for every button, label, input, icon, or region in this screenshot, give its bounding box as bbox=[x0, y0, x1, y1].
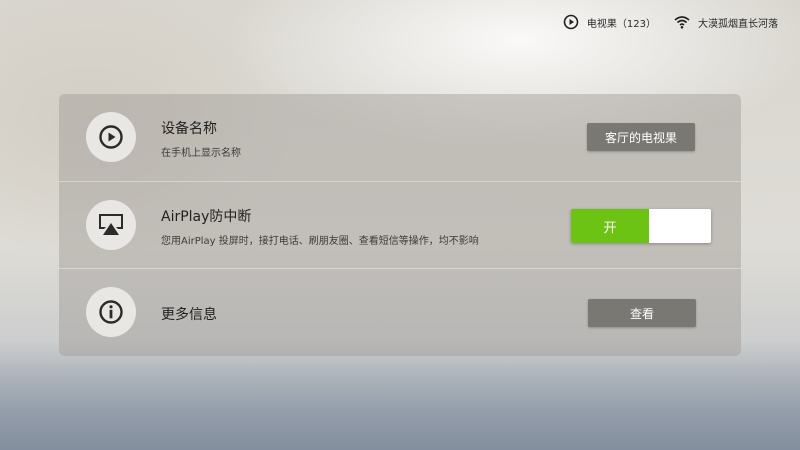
setting-row-device-name: 设备名称 在手机上显示名称 客厅的电视果 bbox=[59, 94, 741, 181]
device-name-title: 设备名称 bbox=[161, 121, 217, 137]
view-button[interactable]: 查看 bbox=[588, 299, 696, 327]
wifi-status: 大漠孤烟直长河落 bbox=[674, 15, 778, 30]
background-haze bbox=[0, 340, 800, 450]
more-info-title: 更多信息 bbox=[161, 307, 217, 323]
play-circle-icon bbox=[99, 125, 123, 149]
toggle-on-label: 开 bbox=[571, 209, 649, 243]
settings-panel: 设备名称 在手机上显示名称 客厅的电视果 AirPlay防中断 您用AirPla… bbox=[59, 94, 741, 356]
device-name-button[interactable]: 客厅的电视果 bbox=[587, 123, 695, 151]
wifi-network-label: 大漠孤烟直长河落 bbox=[698, 18, 778, 30]
setting-row-more-info: 更多信息 查看 bbox=[59, 268, 741, 356]
info-icon bbox=[99, 300, 123, 324]
status-bar: 电视果（123） 大漠孤烟直长河落 bbox=[545, 14, 778, 30]
play-circle-icon bbox=[563, 14, 579, 30]
info-icon-badge bbox=[86, 287, 136, 337]
device-name-icon-badge bbox=[86, 112, 136, 162]
airplay-title: AirPlay防中断 bbox=[161, 209, 252, 225]
device-status: 电视果（123） bbox=[563, 14, 656, 30]
airplay-subtitle: 您用AirPlay 投屏时，接打电话、刷朋友圈、查看短信等操作，均不影响 bbox=[161, 236, 479, 247]
wifi-icon bbox=[674, 16, 690, 29]
toggle-knob bbox=[649, 209, 711, 243]
airplay-icon-badge bbox=[86, 200, 136, 250]
setting-row-airplay: AirPlay防中断 您用AirPlay 投屏时，接打电话、刷朋友圈、查看短信等… bbox=[59, 181, 741, 269]
device-name-subtitle: 在手机上显示名称 bbox=[161, 148, 241, 159]
device-status-label: 电视果（123） bbox=[586, 18, 656, 30]
airplay-icon bbox=[99, 214, 123, 235]
airplay-toggle[interactable]: 开 bbox=[571, 209, 711, 243]
